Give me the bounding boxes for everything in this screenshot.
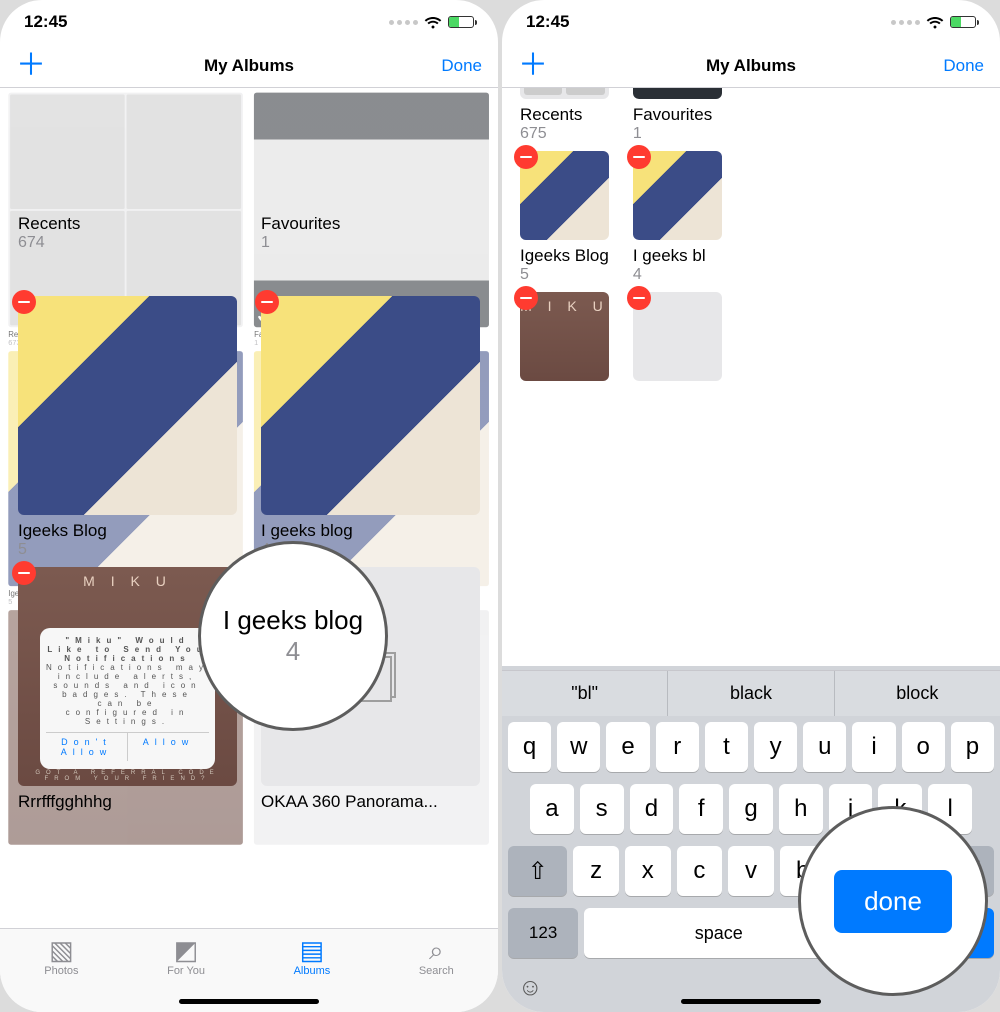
key-d[interactable]: d	[630, 784, 674, 834]
albums-grid: Recents 674 Favourites 1 Igeeks Blog 5 I…	[0, 278, 498, 822]
magnifier-callout: I geeks blog 4	[198, 541, 388, 731]
nav-bar: ＋ My Albums Done	[0, 44, 498, 88]
album-name-input[interactable]: I geeks bl	[633, 246, 722, 266]
done-button[interactable]: Done	[441, 56, 482, 76]
album-empty[interactable]	[633, 292, 722, 381]
album-miku[interactable]: M I K U	[520, 292, 609, 381]
page-title: My Albums	[0, 56, 498, 76]
key-g[interactable]: g	[729, 784, 773, 834]
status-bar: 12:45	[502, 0, 1000, 44]
key-q[interactable]: q	[508, 722, 551, 772]
key-s[interactable]: s	[580, 784, 624, 834]
photos-icon: ▧	[49, 937, 74, 963]
key-f[interactable]: f	[679, 784, 723, 834]
nav-bar: ＋ My Albums Done	[502, 44, 1000, 88]
key-x[interactable]: x	[625, 846, 671, 896]
more-dots-icon	[389, 20, 418, 25]
album-favourites[interactable]: Favourites 1	[261, 208, 480, 288]
done-button[interactable]: Done	[943, 56, 984, 76]
delete-badge-icon[interactable]	[627, 145, 651, 169]
key-a[interactable]: a	[530, 784, 574, 834]
page-title: My Albums	[502, 56, 1000, 76]
add-button[interactable]: ＋	[518, 56, 548, 76]
albums-icon: ▤	[300, 937, 325, 963]
delete-badge-icon[interactable]	[627, 286, 651, 310]
more-dots-icon	[891, 20, 920, 25]
album-recents[interactable]: Recents 674	[18, 208, 237, 288]
home-indicator	[179, 999, 319, 1004]
emoji-icon[interactable]: ☺	[518, 974, 543, 1002]
album-igeeks-blog-2[interactable]: I geeks blog 4	[261, 296, 480, 559]
key-shift[interactable]: ⇧	[508, 846, 567, 896]
tab-bar: ▧Photos ◩For You ▤Albums ⌕Search	[0, 928, 498, 1012]
wifi-icon	[424, 15, 442, 29]
status-bar: 12:45	[0, 0, 498, 44]
suggestion[interactable]: block	[835, 671, 1000, 716]
key-y[interactable]: y	[754, 722, 797, 772]
wifi-icon	[926, 15, 944, 29]
notification-popup: "Miku" Would Like to Send You Notificati…	[40, 628, 215, 769]
phone-left: 12:45 ＋ My Albums Done Recents673 ♥Favou…	[0, 0, 498, 1012]
battery-icon	[950, 16, 976, 28]
suggestion[interactable]: black	[668, 671, 834, 716]
key-e[interactable]: e	[606, 722, 649, 772]
keyboard-suggestions: "bl" black block	[502, 670, 1000, 716]
heart-square-icon: ◩	[174, 937, 199, 963]
status-time: 12:45	[24, 12, 67, 32]
home-indicator	[681, 999, 821, 1004]
key-z[interactable]: z	[573, 846, 619, 896]
key-t[interactable]: t	[705, 722, 748, 772]
album-editing[interactable]: I geeks bl 4	[633, 151, 722, 284]
key-u[interactable]: u	[803, 722, 846, 772]
key-r[interactable]: r	[656, 722, 699, 772]
tab-for-you[interactable]: ◩For You	[167, 937, 205, 977]
delete-badge-icon[interactable]	[514, 286, 538, 310]
key-w[interactable]: w	[557, 722, 600, 772]
album-igeeks-blog[interactable]: Igeeks Blog 5	[18, 296, 237, 559]
tab-search[interactable]: ⌕Search	[419, 937, 454, 977]
heart-icon: ♥	[641, 88, 653, 91]
key-c[interactable]: c	[677, 846, 723, 896]
key-v[interactable]: v	[728, 846, 774, 896]
key-h[interactable]: h	[779, 784, 823, 834]
key-numeric[interactable]: 123	[508, 908, 578, 958]
magnifier-done: done	[798, 806, 988, 996]
content-area: Recents673 ♥Favourites1 Igeeks Blog5 I g…	[0, 88, 498, 1012]
album-recents[interactable]: Recents 675	[520, 88, 609, 143]
key-o[interactable]: o	[902, 722, 945, 772]
delete-badge-icon[interactable]	[255, 290, 279, 314]
albums-grid: Recents 675 ♥ Favourites 1 Igeeks Blog 5…	[502, 88, 740, 391]
delete-badge-icon[interactable]	[12, 290, 36, 314]
delete-badge-icon[interactable]	[12, 561, 36, 585]
album-favourites[interactable]: ♥ Favourites 1	[633, 88, 722, 143]
battery-icon	[448, 16, 474, 28]
key-p[interactable]: p	[951, 722, 994, 772]
content-area: Recents 675 ♥ Favourites 1 Igeeks Blog 5…	[502, 88, 1000, 1012]
suggestion[interactable]: "bl"	[502, 671, 668, 716]
album-igeeks-blog[interactable]: Igeeks Blog 5	[520, 151, 609, 284]
add-button[interactable]: ＋	[16, 56, 46, 76]
key-row-1: q w e r t y u i o p	[502, 716, 1000, 778]
tab-photos[interactable]: ▧Photos	[44, 937, 78, 977]
tab-albums[interactable]: ▤Albums	[294, 937, 331, 977]
key-i[interactable]: i	[852, 722, 895, 772]
delete-badge-icon[interactable]	[514, 145, 538, 169]
search-icon: ⌕	[429, 937, 444, 963]
status-time: 12:45	[526, 12, 569, 32]
phone-right: 12:45 ＋ My Albums Done Recents 675 ♥ Fav…	[502, 0, 1000, 1012]
